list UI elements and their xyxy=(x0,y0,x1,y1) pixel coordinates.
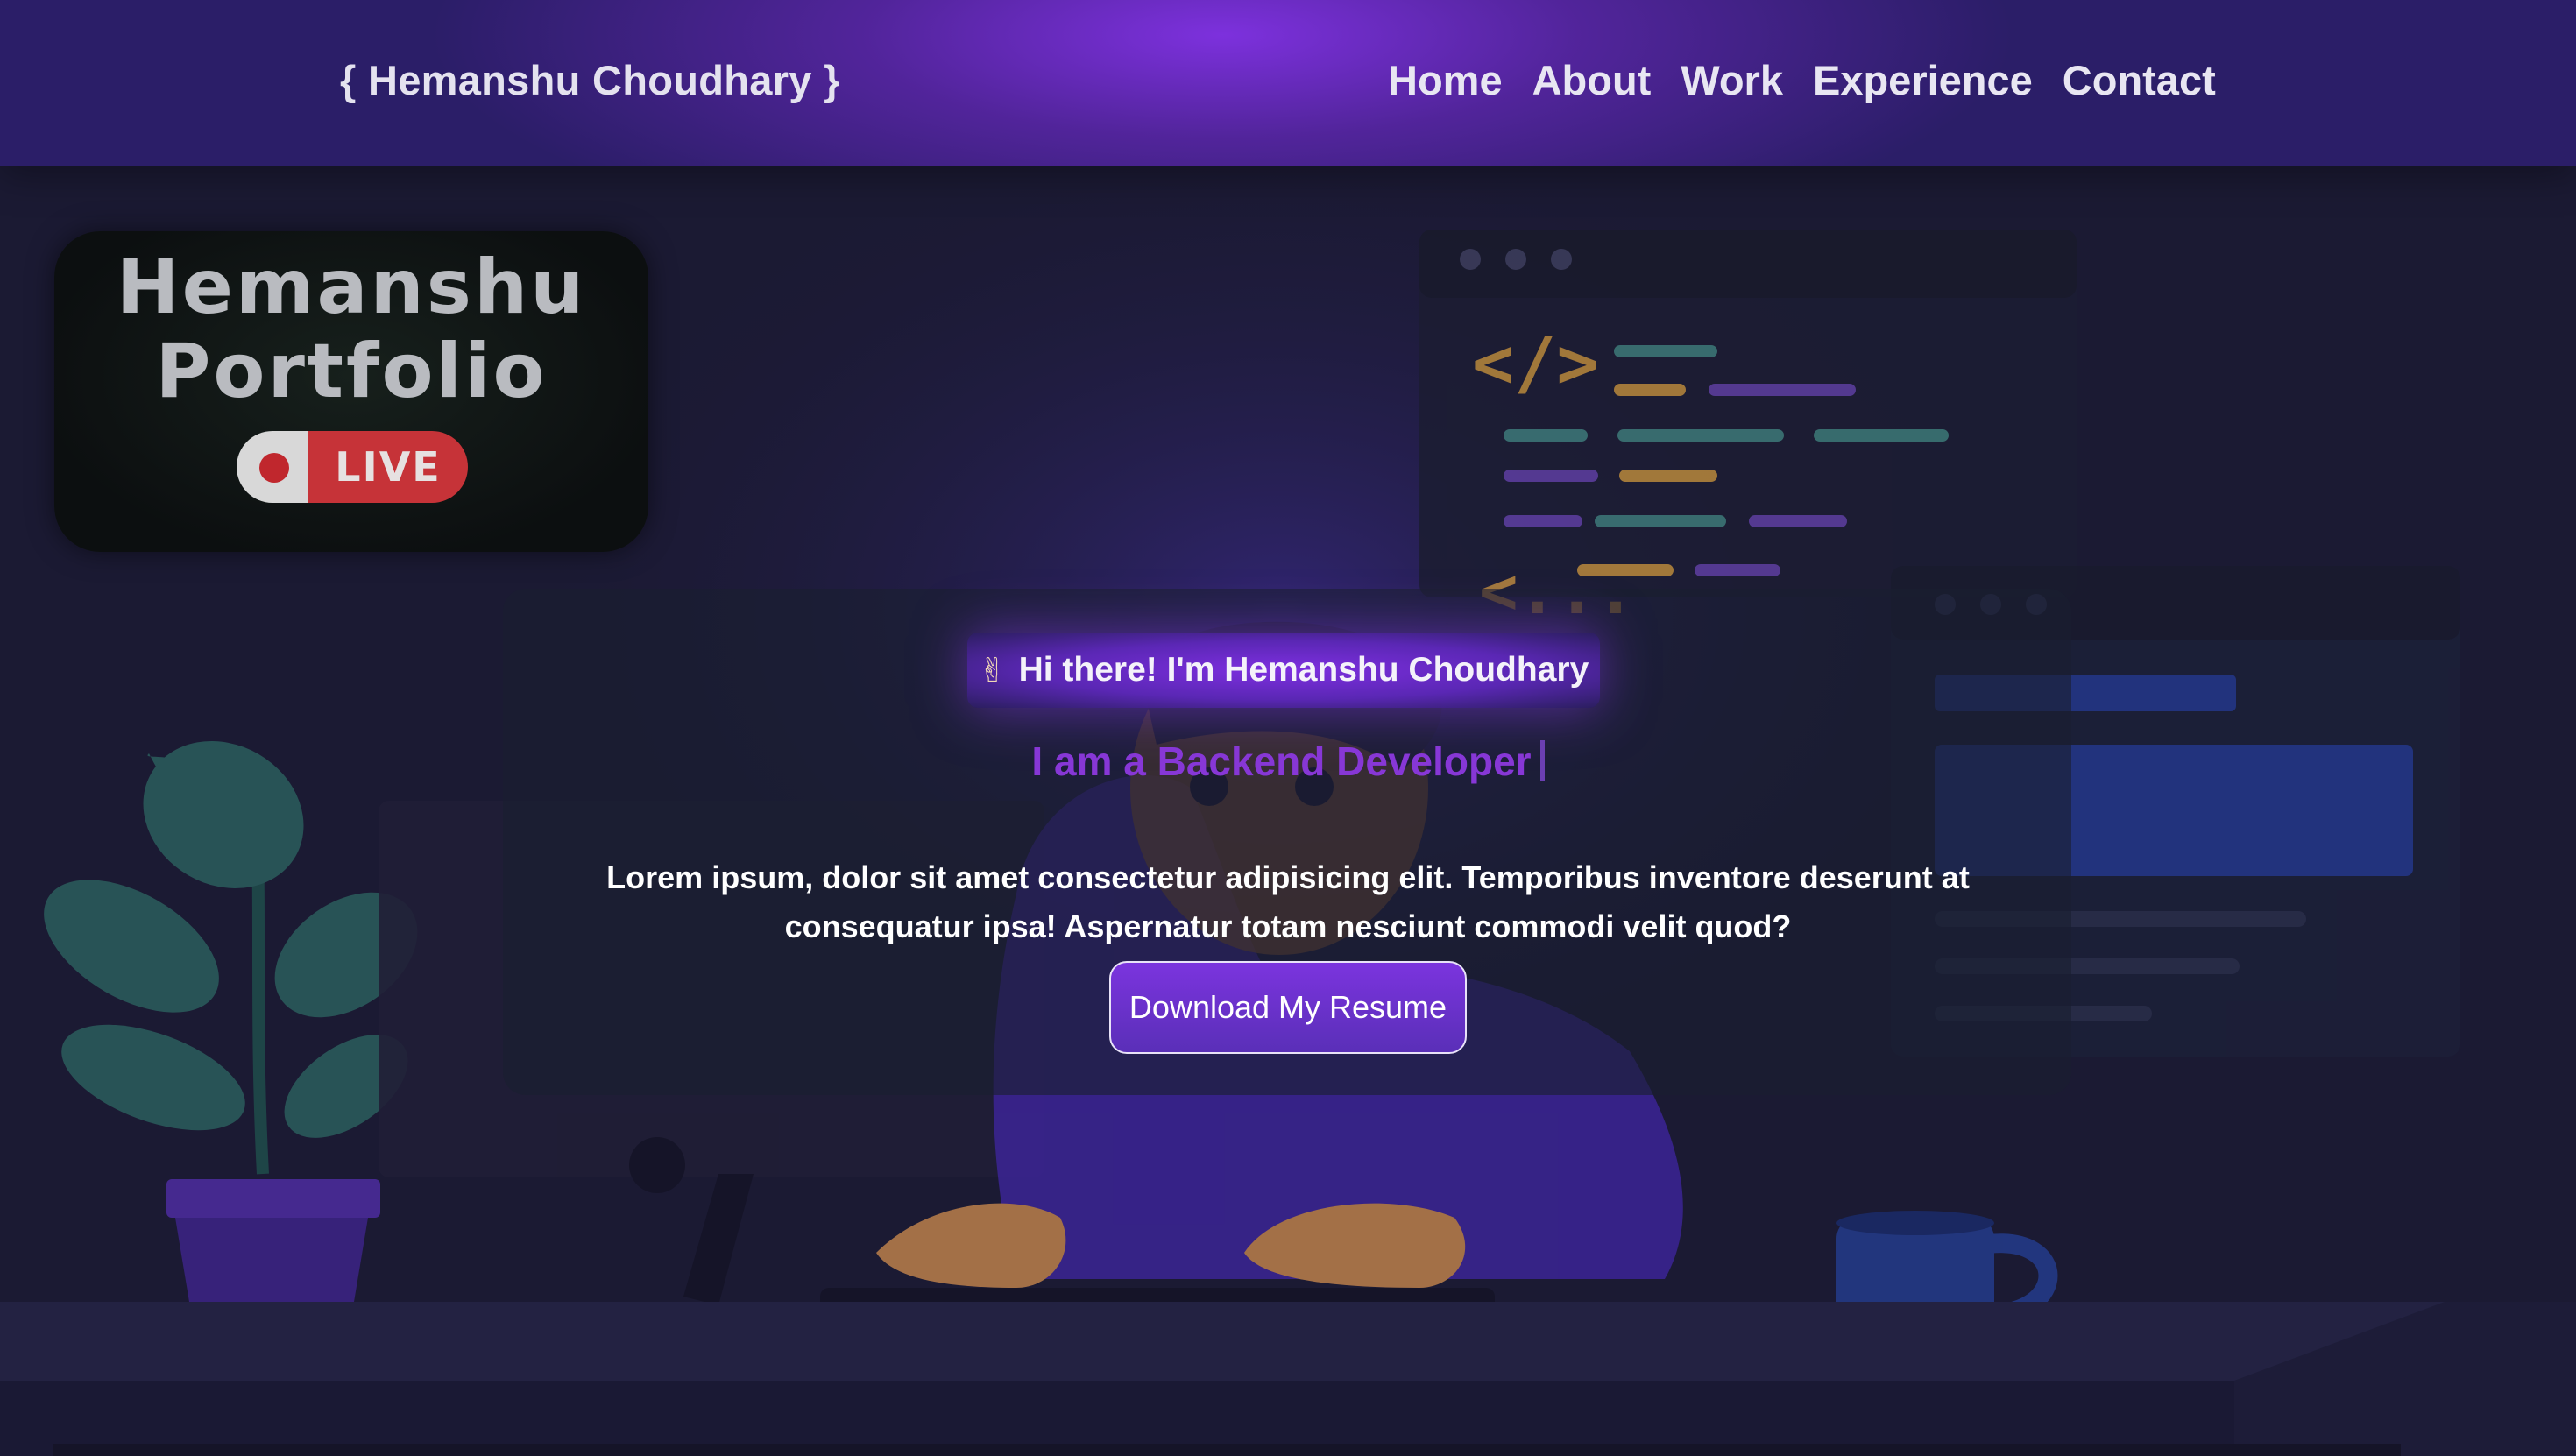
role-text: I am a Backend Developer xyxy=(1031,739,1532,784)
portfolio-live-logo: Hemanshu Portfolio LIVE xyxy=(54,231,648,552)
code-tag-glyph: </> xyxy=(1472,322,1599,404)
nav-link-contact[interactable]: Contact xyxy=(2063,56,2216,104)
nav-link-work[interactable]: Work xyxy=(1681,56,1783,104)
hero-description: Lorem ipsum, dolor sit amet consectetur … xyxy=(606,859,1970,944)
greeting-banner: ✌ Hi there! I'm Hemanshu Choudhary xyxy=(967,633,1600,708)
nav-link-experience[interactable]: Experience xyxy=(1813,56,2033,104)
role-typewriter: I am a Backend Developer xyxy=(0,738,2576,785)
nav-menu: Home About Work Experience Contact xyxy=(1388,56,2216,104)
site-brand[interactable]: { Hemanshu Choudhary } xyxy=(340,56,840,104)
download-resume-button[interactable]: Download My Resume xyxy=(1109,961,1467,1054)
top-navbar: { Hemanshu Choudhary } Home About Work E… xyxy=(0,0,2576,166)
live-badge-label: LIVE xyxy=(308,431,468,503)
desk-top xyxy=(0,1302,2445,1381)
victory-hand-icon: ✌ xyxy=(978,651,1007,689)
nav-link-home[interactable]: Home xyxy=(1388,56,1503,104)
record-dot-icon xyxy=(237,431,308,503)
logo-line-2: Portfolio xyxy=(155,328,548,415)
logo-line-1: Hemanshu xyxy=(116,244,587,331)
nav-link-about[interactable]: About xyxy=(1532,56,1652,104)
live-badge: LIVE xyxy=(237,431,468,503)
typing-caret xyxy=(1539,740,1545,781)
greeting-text: Hi there! I'm Hemanshu Choudhary xyxy=(1018,651,1589,689)
